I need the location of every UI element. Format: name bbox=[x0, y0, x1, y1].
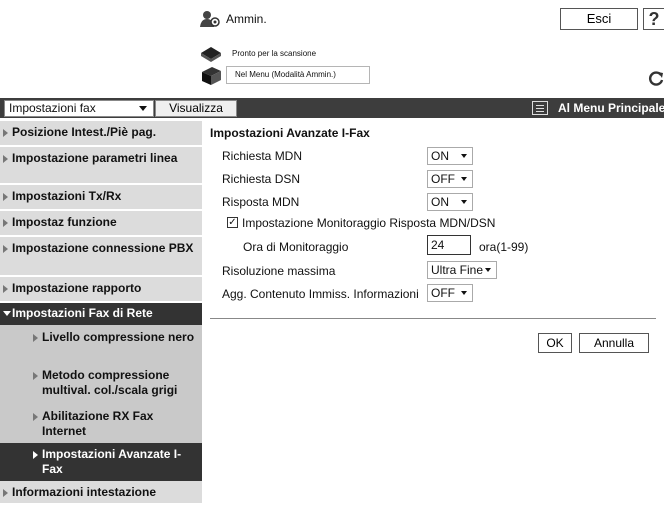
sidebar-item-label: Livello compressione nero bbox=[42, 330, 195, 344]
sidebar-item-label: Informazioni intestazione bbox=[12, 485, 157, 499]
category-select[interactable]: Impostazioni fax bbox=[4, 100, 154, 117]
monitor-time-label: Ora di Monitoraggio bbox=[243, 240, 349, 254]
chevron-down-icon bbox=[461, 177, 467, 181]
mdn-response-label: Risposta MDN bbox=[222, 195, 300, 209]
update-content-select[interactable]: OFF bbox=[427, 284, 473, 302]
ok-button[interactable]: OK bbox=[538, 333, 572, 353]
machine-icon bbox=[202, 67, 221, 85]
triangle-right-icon bbox=[3, 245, 8, 253]
triangle-right-icon bbox=[3, 285, 8, 293]
sidebar-item-connessione-pbx[interactable]: Impostazione connessione PBX bbox=[0, 237, 202, 275]
dsn-request-select[interactable]: OFF bbox=[427, 170, 473, 188]
chevron-down-icon bbox=[461, 200, 467, 204]
mdn-response-value: ON bbox=[431, 195, 449, 209]
sidebar-item-label: Posizione Intest./Piè pag. bbox=[12, 125, 157, 139]
max-resolution-label: Risoluzione massima bbox=[222, 264, 336, 278]
sidebar-item-label: Impostazioni Fax di Rete bbox=[12, 306, 153, 320]
logout-button[interactable]: Esci bbox=[560, 8, 638, 30]
help-button[interactable]: ? bbox=[643, 8, 664, 30]
triangle-right-icon bbox=[3, 129, 8, 137]
sidebar-item-label: Impostazione parametri linea bbox=[12, 151, 178, 165]
dsn-request-value: OFF bbox=[431, 172, 455, 186]
scan-status-text: Pronto per la scansione bbox=[232, 49, 317, 58]
sidebar: Posizione Intest./Piè pag. Impostazione … bbox=[0, 118, 202, 508]
divider bbox=[210, 318, 656, 319]
sidebar-item-label: Impostaz funzione bbox=[12, 215, 117, 229]
sidebar-item-rapporto[interactable]: Impostazione rapporto bbox=[0, 277, 202, 301]
sidebar-item-tx-rx[interactable]: Impostazioni Tx/Rx bbox=[0, 185, 202, 209]
sidebar-item-posizione-intest[interactable]: Posizione Intest./Piè pag. bbox=[0, 121, 202, 145]
scanner-icon bbox=[201, 47, 221, 62]
triangle-right-icon bbox=[3, 219, 8, 227]
monitor-checkbox[interactable]: ✓ bbox=[227, 217, 238, 228]
update-content-value: OFF bbox=[431, 286, 455, 300]
monitor-time-unit: ora(1-99) bbox=[479, 240, 529, 254]
chevron-down-icon bbox=[461, 154, 467, 158]
mdn-request-select[interactable]: ON bbox=[427, 147, 473, 165]
triangle-right-icon bbox=[3, 155, 8, 163]
chevron-down-icon bbox=[139, 106, 147, 111]
sidebar-subitem-rx-fax-internet[interactable]: Abilitazione RX Fax Internet bbox=[0, 403, 202, 443]
triangle-right-icon bbox=[33, 372, 38, 380]
triangle-down-icon bbox=[3, 311, 11, 316]
page-title: Impostazioni Avanzate I-Fax bbox=[210, 126, 370, 140]
sidebar-item-label: Metodo compressione multival. col./scala… bbox=[42, 368, 178, 397]
sidebar-item-label: Abilitazione RX Fax Internet bbox=[42, 409, 154, 438]
main-menu-icon[interactable] bbox=[532, 101, 548, 115]
main-menu-link[interactable]: Al Menu Principale bbox=[558, 101, 664, 115]
update-content-label: Agg. Contenuto Immiss. Informazioni bbox=[222, 287, 419, 301]
sidebar-item-informazioni-intestazione[interactable]: Informazioni intestazione bbox=[0, 481, 202, 503]
refresh-icon[interactable] bbox=[648, 70, 664, 86]
chevron-down-icon bbox=[485, 268, 491, 272]
admin-user-icon bbox=[200, 11, 220, 27]
triangle-right-icon bbox=[3, 193, 8, 201]
user-name: Ammin. bbox=[226, 12, 267, 26]
triangle-right-icon bbox=[3, 489, 8, 497]
sidebar-item-label: Impostazioni Avanzate I-Fax bbox=[42, 447, 182, 476]
mdn-request-label: Richiesta MDN bbox=[222, 149, 303, 163]
mdn-request-value: ON bbox=[431, 149, 449, 163]
triangle-right-icon bbox=[33, 334, 38, 342]
chevron-down-icon bbox=[461, 291, 467, 295]
mode-status-text: Nel Menu (Modalità Ammin.) bbox=[226, 66, 370, 84]
view-button[interactable]: Visualizza bbox=[155, 100, 237, 117]
cancel-button[interactable]: Annulla bbox=[579, 333, 649, 353]
max-resolution-select[interactable]: Ultra Fine bbox=[427, 261, 497, 279]
category-select-value: Impostazioni fax bbox=[9, 101, 96, 115]
header: Ammin. Esci ? Pronto per la scansione Ne… bbox=[0, 0, 664, 98]
sidebar-subitem-avanzate-ifax[interactable]: Impostazioni Avanzate I-Fax bbox=[0, 443, 202, 481]
sidebar-item-impostaz-funzione[interactable]: Impostaz funzione bbox=[0, 211, 202, 235]
sidebar-item-label: Impostazione connessione PBX bbox=[12, 241, 194, 255]
dsn-request-label: Richiesta DSN bbox=[222, 172, 301, 186]
sidebar-item-label: Impostazioni Tx/Rx bbox=[12, 189, 122, 203]
triangle-right-icon bbox=[33, 413, 38, 421]
sidebar-subitem-compressione-multival[interactable]: Metodo compressione multival. col./scala… bbox=[0, 363, 202, 403]
monitor-time-input[interactable]: 24 bbox=[427, 235, 471, 255]
max-resolution-value: Ultra Fine bbox=[431, 263, 484, 277]
monitor-checkbox-label: Impostazione Monitoraggio Risposta MDN/D… bbox=[242, 216, 496, 230]
sidebar-item-fax-di-rete[interactable]: Impostazioni Fax di Rete bbox=[0, 303, 202, 325]
sidebar-subitem-compressione-nero[interactable]: Livello compressione nero bbox=[0, 325, 202, 363]
sidebar-item-parametri-linea[interactable]: Impostazione parametri linea bbox=[0, 147, 202, 183]
mdn-response-select[interactable]: ON bbox=[427, 193, 473, 211]
sidebar-item-label: Impostazione rapporto bbox=[12, 281, 142, 295]
triangle-right-icon bbox=[33, 451, 38, 459]
